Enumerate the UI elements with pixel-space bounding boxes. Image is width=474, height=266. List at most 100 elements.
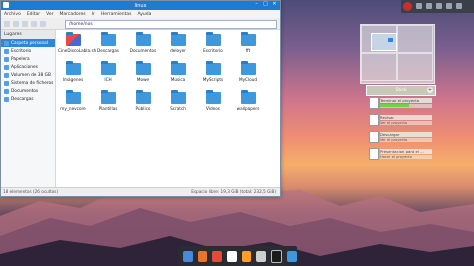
sidebar-item-label: Carpeta personal: [11, 40, 49, 46]
minimize-icon[interactable]: –: [254, 2, 259, 7]
file-item[interactable]: MyCloud: [233, 61, 263, 82]
firefox-icon[interactable]: [197, 250, 208, 262]
sidebar-item[interactable]: Aplicaciones: [1, 63, 55, 71]
note-title: Presentacion para el ...: [380, 149, 432, 154]
terminal-icon[interactable]: [270, 249, 283, 263]
file-item[interactable]: Descargas: [93, 32, 123, 53]
sidebar-item-label: Volumen de 38 GB: [11, 72, 51, 78]
up-icon[interactable]: [31, 20, 37, 27]
sidebar-item[interactable]: Carpeta personal: [1, 39, 55, 47]
folder-icon[interactable]: [287, 250, 297, 262]
folder-icon: [240, 61, 256, 75]
home-icon[interactable]: [40, 20, 46, 27]
note-item[interactable]: Descargar Ver el proyecto: [369, 131, 434, 145]
volume-icon[interactable]: [456, 3, 462, 9]
window-icon[interactable]: [426, 3, 432, 9]
file-label: fft: [245, 48, 251, 53]
menu-ayuda[interactable]: Ayuda: [137, 12, 151, 17]
network-icon[interactable]: [446, 3, 452, 9]
workspace-2[interactable]: [397, 25, 433, 53]
menu-ir[interactable]: Ir: [92, 12, 95, 17]
sidebar-item[interactable]: Escritorio: [1, 47, 55, 55]
menu-archivo[interactable]: Archivo: [4, 12, 21, 17]
workspace-pager[interactable]: [360, 24, 435, 84]
file-item[interactable]: fft: [233, 32, 263, 53]
maximize-icon[interactable]: □: [263, 2, 268, 7]
menu-bar: Archivo Editar Ver Marcadores Ir Herrami…: [1, 10, 280, 18]
chrome-icon[interactable]: [212, 250, 222, 262]
sidebar-item[interactable]: Sistema de ficheros: [1, 79, 55, 87]
file-item[interactable]: Imágenes: [58, 61, 88, 82]
file-item[interactable]: wallpapers: [233, 90, 263, 111]
file-label: Escritorio: [203, 48, 223, 53]
status-item-count: 18 elementos (26 ocultos): [3, 189, 58, 194]
file-item[interactable]: ICH: [93, 61, 123, 82]
note-page-icon: [369, 148, 379, 160]
sidebar-item-label: Aplicaciones: [11, 64, 38, 70]
note-subtitle: Hacer el proyecto: [380, 155, 432, 159]
power-icon[interactable]: [403, 2, 412, 11]
sidebar-item[interactable]: Descargas: [1, 95, 55, 103]
file-manager-window[interactable]: linux – □ ✕ Archivo Editar Ver Marcadore…: [0, 0, 281, 197]
place-icon: [4, 56, 9, 62]
sidebar-item-label: Papelera: [11, 56, 30, 62]
file-item[interactable]: Scratch: [163, 90, 193, 111]
menu-ver[interactable]: Ver: [46, 12, 53, 17]
folder-icon: [240, 32, 256, 46]
file-label: Música: [170, 77, 186, 82]
file-label: CineDiscoLabIa.sh: [58, 48, 97, 53]
new-tab-icon[interactable]: [4, 20, 10, 27]
sidebar-item[interactable]: Documentos: [1, 87, 55, 95]
note-item[interactable]: Presentacion para el ... Hacer el proyec…: [369, 148, 434, 162]
address-bar[interactable]: /home/nos: [65, 20, 277, 29]
folder-icon: [205, 90, 221, 104]
folder-icon: [170, 32, 186, 46]
file-label: Vídeos: [205, 106, 220, 111]
file-item[interactable]: Documentos: [128, 32, 158, 53]
note-item[interactable]: Terminar el proyecto Falta 45%: [369, 97, 434, 111]
menu-marcadores[interactable]: Marcadores: [60, 12, 86, 17]
file-item[interactable]: Escritorio: [198, 32, 228, 53]
workspace-3[interactable]: [361, 53, 397, 81]
window-titlebar[interactable]: linux – □ ✕: [1, 1, 280, 10]
sidebar-item-label: Documentos: [11, 88, 39, 94]
note-item[interactable]: Revisar Ver el proyecto: [369, 114, 434, 128]
file-item[interactable]: Plantillas: [93, 90, 123, 111]
file-item[interactable]: my_nevcore: [58, 90, 88, 111]
workspace-4[interactable]: [397, 53, 433, 81]
notes-widget-header: Stick +: [366, 85, 436, 96]
window-menu-icon[interactable]: [3, 2, 9, 8]
menu-herramientas[interactable]: Herramientas: [101, 12, 132, 17]
workspace-1[interactable]: [361, 25, 397, 53]
grid-icon[interactable]: [436, 3, 442, 9]
file-item[interactable]: Música: [163, 61, 193, 82]
file-item[interactable]: MyScripts: [198, 61, 228, 82]
file-label: ICH: [104, 77, 112, 82]
menu-editar[interactable]: Editar: [27, 12, 40, 17]
cut-icon[interactable]: [241, 250, 252, 262]
sidebar-item[interactable]: Papelera: [1, 55, 55, 63]
dock: [178, 246, 297, 266]
workspace-window-thumbnail: [371, 33, 397, 51]
close-icon[interactable]: ✕: [272, 2, 277, 7]
note-title: Terminar el proyecto: [380, 98, 432, 103]
file-item[interactable]: Mowe: [128, 61, 158, 82]
window-title: linux: [134, 2, 147, 9]
note-progress-bar: [380, 104, 409, 107]
window-thumb-icon: [388, 38, 393, 42]
save-icon[interactable]: [256, 250, 266, 262]
script-file-icon: [65, 32, 81, 46]
forward-icon[interactable]: [22, 20, 28, 27]
file-item[interactable]: CineDiscoLabIa.sh: [58, 32, 97, 53]
file-label: MyScripts: [202, 77, 224, 82]
file-item[interactable]: Público: [128, 90, 158, 111]
file-item[interactable]: Vídeos: [198, 90, 228, 111]
file-item[interactable]: deloyer: [163, 32, 193, 53]
folder-icon: [240, 90, 256, 104]
gear-icon[interactable]: [416, 3, 422, 9]
document-icon[interactable]: [226, 250, 237, 262]
files-icon[interactable]: [183, 250, 193, 262]
back-icon[interactable]: [13, 20, 19, 27]
add-note-button[interactable]: +: [427, 87, 433, 93]
sidebar-item[interactable]: Volumen de 38 GB: [1, 71, 55, 79]
